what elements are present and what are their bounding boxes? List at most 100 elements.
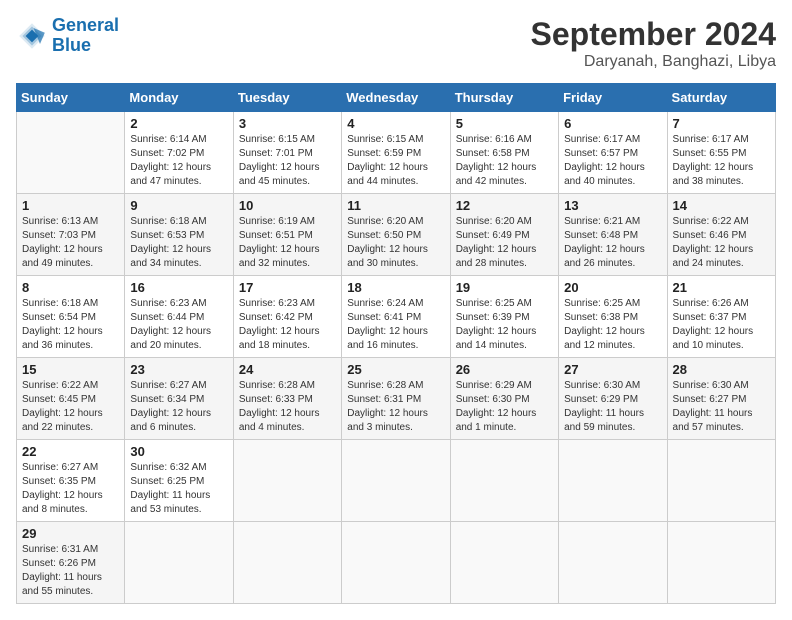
calendar-cell (559, 440, 667, 522)
calendar-cell (450, 522, 558, 604)
cell-info: Sunrise: 6:27 AM Sunset: 6:35 PM Dayligh… (22, 461, 119, 517)
day-number: 26 (456, 362, 553, 377)
day-header-thursday: Thursday (450, 84, 558, 112)
day-number: 10 (239, 198, 336, 213)
day-header-wednesday: Wednesday (342, 84, 450, 112)
calendar-cell: 1Sunrise: 6:13 AM Sunset: 7:03 PM Daylig… (17, 194, 125, 276)
day-header-friday: Friday (559, 84, 667, 112)
logo-line1: General (52, 15, 119, 35)
calendar-cell: 23 Sunrise: 6:27 AM Sunset: 6:34 PM Dayli… (125, 358, 233, 440)
day-number: 12 (456, 198, 553, 213)
day-header-saturday: Saturday (667, 84, 775, 112)
day-number: 28 (673, 362, 770, 377)
cell-info: Sunrise: 6:13 AM Sunset: 7:03 PM Dayligh… (22, 215, 119, 271)
calendar-cell: 22 Sunrise: 6:27 AM Sunset: 6:35 PM Dayli… (17, 440, 125, 522)
calendar-cell: 29Sunrise: 6:31 AM Sunset: 6:26 PM Dayli… (17, 522, 125, 604)
calendar-cell: 19Sunrise: 6:25 AM Sunset: 6:39 PM Dayli… (450, 276, 558, 358)
calendar-cell (559, 522, 667, 604)
logo-icon (16, 20, 48, 52)
cell-info: Sunrise: 6:19 AM Sunset: 6:51 PM Dayligh… (239, 215, 336, 271)
calendar-cell (233, 440, 341, 522)
day-number: 25 (347, 362, 444, 377)
calendar-cell: 20 Sunrise: 6:25 AM Sunset: 6:38 PM Dayli… (559, 276, 667, 358)
day-number: 19 (456, 280, 553, 295)
cell-info: Sunrise: 6:18 AM Sunset: 6:54 PM Dayligh… (22, 297, 119, 353)
calendar-cell: 17 Sunrise: 6:23 AM Sunset: 6:42 PM Dayli… (233, 276, 341, 358)
cell-info: Sunrise: 6:20 AM Sunset: 6:49 PM Dayligh… (456, 215, 553, 271)
day-number: 9 (130, 198, 227, 213)
calendar-cell (125, 522, 233, 604)
day-number: 30 (130, 444, 227, 459)
day-number: 14 (673, 198, 770, 213)
cell-info: Sunrise: 6:22 AM Sunset: 6:45 PM Dayligh… (22, 379, 119, 435)
day-number: 20 (564, 280, 661, 295)
calendar-header-row: SundayMondayTuesdayWednesdayThursdayFrid… (17, 84, 776, 112)
day-number: 7 (673, 116, 770, 131)
calendar-cell: 24 Sunrise: 6:28 AM Sunset: 6:33 PM Dayli… (233, 358, 341, 440)
day-number: 24 (239, 362, 336, 377)
calendar-cell: 26 Sunrise: 6:29 AM Sunset: 6:30 PM Dayli… (450, 358, 558, 440)
day-number: 8 (22, 280, 119, 295)
calendar-cell: 7Sunrise: 6:17 AM Sunset: 6:55 PM Daylig… (667, 112, 775, 194)
cell-info: Sunrise: 6:24 AM Sunset: 6:41 PM Dayligh… (347, 297, 444, 353)
calendar-cell: 10 Sunrise: 6:19 AM Sunset: 6:51 PM Dayli… (233, 194, 341, 276)
calendar-table: SundayMondayTuesdayWednesdayThursdayFrid… (16, 83, 776, 604)
calendar-week-row: 8 Sunrise: 6:18 AM Sunset: 6:54 PM Daylig… (17, 276, 776, 358)
logo-text: General Blue (52, 16, 119, 56)
calendar-cell: 15Sunrise: 6:22 AM Sunset: 6:45 PM Dayli… (17, 358, 125, 440)
cell-info: Sunrise: 6:16 AM Sunset: 6:58 PM Dayligh… (456, 133, 553, 189)
calendar-cell: 25 Sunrise: 6:28 AM Sunset: 6:31 PM Dayli… (342, 358, 450, 440)
cell-info: Sunrise: 6:26 AM Sunset: 6:37 PM Dayligh… (673, 297, 770, 353)
day-number: 23 (130, 362, 227, 377)
calendar-week-row: 22 Sunrise: 6:27 AM Sunset: 6:35 PM Dayli… (17, 440, 776, 522)
calendar-week-row: 1Sunrise: 6:13 AM Sunset: 7:03 PM Daylig… (17, 194, 776, 276)
cell-info: Sunrise: 6:22 AM Sunset: 6:46 PM Dayligh… (673, 215, 770, 271)
calendar-cell: 30Sunrise: 6:32 AM Sunset: 6:25 PM Dayli… (125, 440, 233, 522)
calendar-cell: 14 Sunrise: 6:22 AM Sunset: 6:46 PM Dayli… (667, 194, 775, 276)
cell-info: Sunrise: 6:14 AM Sunset: 7:02 PM Dayligh… (130, 133, 227, 189)
title-block: September 2024 Daryanah, Banghazi, Libya (531, 16, 776, 71)
cell-info: Sunrise: 6:28 AM Sunset: 6:33 PM Dayligh… (239, 379, 336, 435)
calendar-cell: 3Sunrise: 6:15 AM Sunset: 7:01 PM Daylig… (233, 112, 341, 194)
cell-info: Sunrise: 6:21 AM Sunset: 6:48 PM Dayligh… (564, 215, 661, 271)
cell-info: Sunrise: 6:23 AM Sunset: 6:42 PM Dayligh… (239, 297, 336, 353)
day-number: 11 (347, 198, 444, 213)
day-number: 27 (564, 362, 661, 377)
calendar-cell: 28 Sunrise: 6:30 AM Sunset: 6:27 PM Dayli… (667, 358, 775, 440)
calendar-cell: 4Sunrise: 6:15 AM Sunset: 6:59 PM Daylig… (342, 112, 450, 194)
calendar-week-row: 29Sunrise: 6:31 AM Sunset: 6:26 PM Dayli… (17, 522, 776, 604)
day-number: 16 (130, 280, 227, 295)
calendar-cell: 6 Sunrise: 6:17 AM Sunset: 6:57 PM Daylig… (559, 112, 667, 194)
calendar-cell: 12 Sunrise: 6:20 AM Sunset: 6:49 PM Dayli… (450, 194, 558, 276)
location: Daryanah, Banghazi, Libya (531, 53, 776, 71)
day-number: 2 (130, 116, 227, 131)
day-number: 18 (347, 280, 444, 295)
calendar-cell: 5 Sunrise: 6:16 AM Sunset: 6:58 PM Daylig… (450, 112, 558, 194)
calendar-cell: 27 Sunrise: 6:30 AM Sunset: 6:29 PM Dayli… (559, 358, 667, 440)
day-number: 3 (239, 116, 336, 131)
day-number: 22 (22, 444, 119, 459)
calendar-cell (450, 440, 558, 522)
day-number: 6 (564, 116, 661, 131)
day-header-monday: Monday (125, 84, 233, 112)
cell-info: Sunrise: 6:28 AM Sunset: 6:31 PM Dayligh… (347, 379, 444, 435)
page-header: General Blue September 2024 Daryanah, Ba… (16, 16, 776, 71)
cell-info: Sunrise: 6:17 AM Sunset: 6:57 PM Dayligh… (564, 133, 661, 189)
calendar-cell (667, 522, 775, 604)
cell-info: Sunrise: 6:30 AM Sunset: 6:27 PM Dayligh… (673, 379, 770, 435)
day-number: 4 (347, 116, 444, 131)
day-number: 17 (239, 280, 336, 295)
cell-info: Sunrise: 6:25 AM Sunset: 6:38 PM Dayligh… (564, 297, 661, 353)
cell-info: Sunrise: 6:29 AM Sunset: 6:30 PM Dayligh… (456, 379, 553, 435)
cell-info: Sunrise: 6:27 AM Sunset: 6:34 PM Dayligh… (130, 379, 227, 435)
cell-info: Sunrise: 6:31 AM Sunset: 6:26 PM Dayligh… (22, 543, 119, 599)
calendar-cell: 18 Sunrise: 6:24 AM Sunset: 6:41 PM Dayli… (342, 276, 450, 358)
calendar-cell: 13Sunrise: 6:21 AM Sunset: 6:48 PM Dayli… (559, 194, 667, 276)
calendar-cell: 16Sunrise: 6:23 AM Sunset: 6:44 PM Dayli… (125, 276, 233, 358)
calendar-cell: 9Sunrise: 6:18 AM Sunset: 6:53 PM Daylig… (125, 194, 233, 276)
day-header-tuesday: Tuesday (233, 84, 341, 112)
calendar-cell: 8 Sunrise: 6:18 AM Sunset: 6:54 PM Daylig… (17, 276, 125, 358)
day-number: 5 (456, 116, 553, 131)
day-header-sunday: Sunday (17, 84, 125, 112)
cell-info: Sunrise: 6:30 AM Sunset: 6:29 PM Dayligh… (564, 379, 661, 435)
